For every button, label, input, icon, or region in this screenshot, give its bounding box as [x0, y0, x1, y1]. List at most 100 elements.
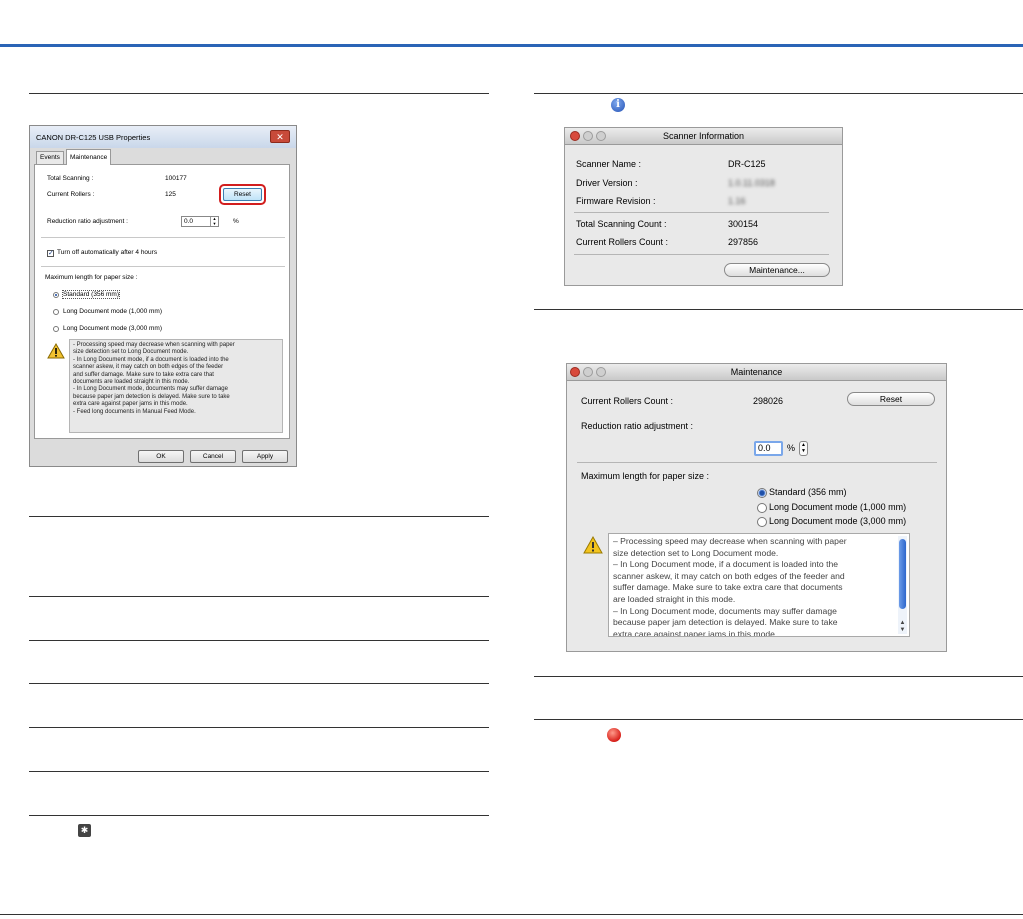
- radio-standard-label: Standard (356 mm): [769, 487, 847, 497]
- window-titlebar: Scanner Information: [565, 128, 842, 145]
- current-rollers-count-label: Current Rollers Count :: [581, 396, 674, 406]
- section-rule: [29, 683, 489, 684]
- scanner-information-window: Scanner Information Scanner Name : DR-C1…: [564, 127, 843, 286]
- note-line: - Processing speed may decrease when sca…: [73, 342, 235, 348]
- radio-long-1000-label: Long Document mode (1,000 mm): [63, 308, 162, 315]
- divider: [41, 237, 285, 238]
- note-line: scanner askew, it may catch on both edge…: [613, 570, 845, 581]
- info-icon: i: [611, 98, 625, 112]
- radio-standard[interactable]: [53, 292, 59, 298]
- current-rollers-count-value: 298026: [753, 396, 784, 406]
- radio-long-3000[interactable]: [53, 326, 59, 332]
- note-line: size detection set to Long Document mode…: [613, 547, 779, 558]
- section-rule: [29, 640, 489, 641]
- reduction-label: Reduction ratio adjustment :: [581, 421, 694, 431]
- warning-icon: [583, 536, 603, 554]
- window-titlebar: Maintenance: [567, 364, 946, 381]
- warning-note: – Processing speed may decrease when sca…: [608, 533, 910, 637]
- section-rule: [29, 771, 489, 772]
- divider: [577, 462, 937, 463]
- firmware-revision-label: Firmware Revision :: [576, 196, 656, 206]
- reduction-label: Reduction ratio adjustment :: [47, 218, 128, 225]
- note-line: are loaded straight in this mode.: [613, 593, 736, 604]
- note-scrollbar[interactable]: ▲ ▼: [898, 536, 907, 634]
- reduction-value: 0.0: [184, 218, 194, 225]
- radio-long-1000[interactable]: [757, 503, 767, 513]
- section-rule: [29, 596, 489, 597]
- current-rollers-count-value: 297856: [728, 237, 759, 247]
- tab-maintenance[interactable]: Maintenance: [66, 149, 112, 165]
- apply-button[interactable]: Apply: [242, 450, 288, 463]
- note-line: - Feed long documents in Manual Feed Mod…: [73, 408, 196, 415]
- window-title: Scanner Information: [662, 131, 745, 141]
- section-rule: [534, 719, 1023, 720]
- radio-long-3000[interactable]: [757, 517, 767, 527]
- reset-button[interactable]: Reset: [847, 392, 935, 406]
- tab-events[interactable]: Events: [36, 151, 64, 164]
- scanner-name-label: Scanner Name :: [576, 159, 642, 169]
- close-button[interactable]: ✕: [270, 130, 290, 143]
- section-rule: [29, 727, 489, 728]
- auto-off-label: Turn off automatically after 4 hours: [57, 249, 158, 256]
- current-rollers-label: Current Rollers :: [47, 191, 95, 198]
- maintenance-button[interactable]: Maintenance...: [724, 263, 830, 277]
- reduction-unit: %: [233, 218, 239, 225]
- radio-standard-label: Standard (356 mm): [62, 290, 120, 299]
- note-line: size detection set to Long Document mode…: [73, 349, 189, 356]
- total-scanning-count-label: Total Scanning Count :: [576, 219, 667, 229]
- driver-version-label: Driver Version :: [576, 178, 638, 188]
- section-rule: [534, 676, 1023, 677]
- total-scanning-value: 100177: [165, 175, 187, 182]
- gear-icon: ✱: [78, 824, 91, 837]
- scanner-name-value: DR-C125: [728, 159, 766, 169]
- note-line: – In Long Document mode, if a document i…: [613, 559, 839, 570]
- radio-long-3000-label: Long Document mode (3,000 mm): [769, 516, 907, 526]
- window-title: Maintenance: [730, 367, 783, 377]
- section-rule: [534, 309, 1023, 310]
- scroll-arrows-icon[interactable]: ▲ ▼: [898, 620, 907, 634]
- divider: [574, 254, 829, 255]
- section-rule: [29, 93, 489, 94]
- maintenance-panel: Total Scanning : 100177 Current Rollers …: [34, 164, 290, 439]
- note-line: documents are loaded straight in this mo…: [73, 379, 190, 386]
- spin-arrows-icon[interactable]: ▲ ▼: [799, 441, 808, 456]
- header-accent-bar: [0, 44, 1023, 47]
- spin-arrows-icon[interactable]: ▲ ▼: [210, 216, 218, 226]
- radio-long-1000[interactable]: [53, 309, 59, 315]
- firmware-revision-value: 1.16: [728, 196, 746, 206]
- total-scanning-count-value: 300154: [728, 219, 759, 229]
- divider: [574, 212, 829, 213]
- total-scanning-label: Total Scanning :: [47, 175, 94, 182]
- stop-icon: [607, 728, 621, 742]
- scanner-properties-dialog: CANON DR-C125 USB Properties ✕ Events Ma…: [29, 125, 297, 467]
- note-line: extra care against paper jams in this mo…: [73, 401, 188, 408]
- note-line: because paper jam detection is delayed. …: [613, 617, 838, 628]
- radio-standard[interactable]: [757, 488, 767, 498]
- dialog-titlebar: CANON DR-C125 USB Properties ✕: [30, 126, 296, 148]
- reduction-unit: %: [787, 443, 796, 453]
- note-line: - In Long Document mode, documents may s…: [73, 386, 228, 393]
- note-line: - In Long Document mode, if a document i…: [73, 356, 229, 363]
- maintenance-window: Maintenance Current Rollers Count : 2980…: [566, 363, 947, 652]
- note-line: suffer damage. Make sure to take extra c…: [613, 582, 843, 593]
- warning-icon: [47, 343, 65, 359]
- reset-button[interactable]: Reset: [223, 188, 262, 201]
- note-line: and suffer damage. Make sure to take ext…: [73, 371, 214, 378]
- divider: [41, 266, 285, 267]
- reduction-input[interactable]: 0.0 ▲ ▼: [181, 216, 219, 227]
- note-line: scanner askew, it may catch on both edge…: [73, 364, 224, 371]
- section-rule: [534, 93, 1023, 94]
- current-rollers-value: 125: [165, 191, 176, 198]
- note-line: – Processing speed may decrease when sca…: [613, 536, 847, 546]
- warning-note: - Processing speed may decrease when sca…: [69, 339, 283, 433]
- note-line: extra care against paper jams in this mo…: [613, 628, 778, 637]
- ok-button[interactable]: OK: [138, 450, 184, 463]
- reduction-value: 0.0: [758, 443, 771, 453]
- cancel-button[interactable]: Cancel: [190, 450, 236, 463]
- driver-version-value: 1.0.11.0318: [728, 178, 775, 188]
- dialog-title: CANON DR-C125 USB Properties: [36, 133, 151, 142]
- radio-long-3000-label: Long Document mode (3,000 mm): [63, 325, 162, 332]
- auto-off-checkbox[interactable]: ✓: [47, 250, 54, 257]
- scrollbar-thumb[interactable]: [899, 539, 906, 609]
- reduction-input[interactable]: 0.0: [754, 441, 783, 456]
